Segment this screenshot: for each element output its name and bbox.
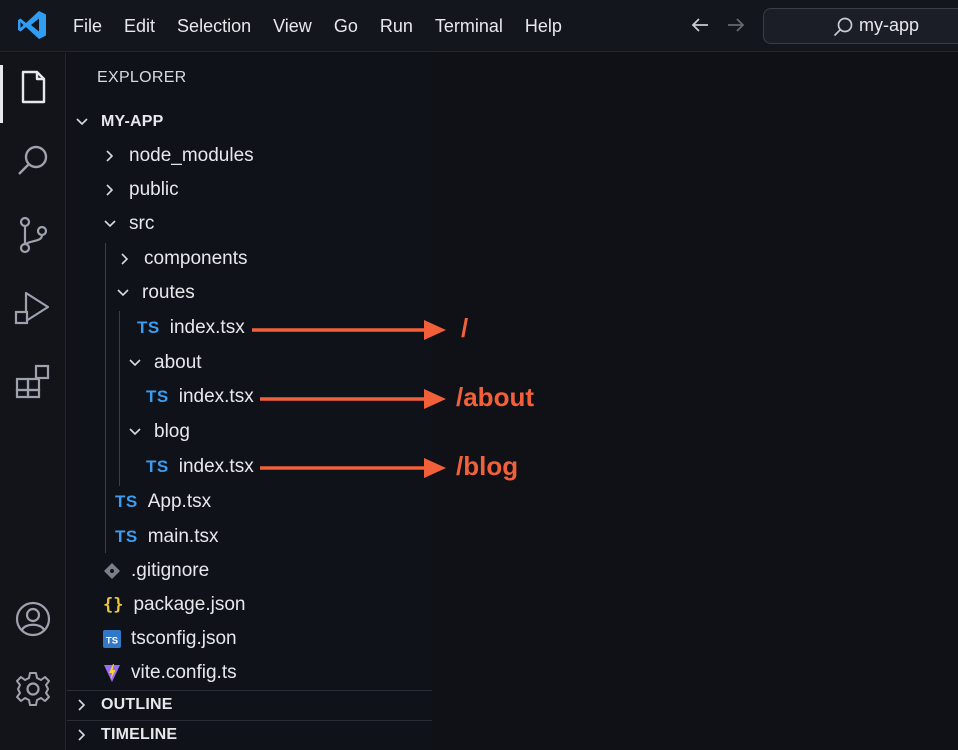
- folder-label: src: [129, 213, 155, 234]
- file-about-index[interactable]: TS index.tsx: [146, 382, 254, 412]
- forward-arrow-icon[interactable]: [724, 13, 748, 37]
- typescript-file-icon: TS: [115, 492, 138, 511]
- file-blog-index[interactable]: TS index.tsx: [146, 452, 254, 482]
- file-label: index.tsx: [169, 317, 245, 338]
- menu-terminal[interactable]: Terminal: [424, 0, 514, 52]
- route-label-about: /about: [456, 382, 534, 412]
- menu-bar: File Edit Selection View Go Run Terminal…: [62, 0, 573, 52]
- chevron-down-icon: [129, 428, 141, 436]
- outline-title: OUTLINE: [101, 696, 173, 713]
- folder-label: components: [144, 248, 248, 269]
- file-app-tsx[interactable]: TS App.tsx: [115, 487, 211, 517]
- run-debug-icon[interactable]: [11, 285, 55, 329]
- file-label: index.tsx: [178, 386, 254, 407]
- explorer-title: EXPLORER: [97, 69, 187, 86]
- folder-components[interactable]: components: [118, 244, 248, 274]
- account-icon[interactable]: [11, 597, 55, 641]
- menu-edit[interactable]: Edit: [113, 0, 166, 52]
- activity-bar: [0, 53, 66, 750]
- menu-go[interactable]: Go: [323, 0, 369, 52]
- project-root-row[interactable]: MY-APP: [75, 107, 164, 137]
- file-tsconfig-json[interactable]: TS tsconfig.json: [103, 624, 237, 654]
- typescript-file-icon: TS: [146, 387, 169, 406]
- git-file-icon: [103, 562, 121, 580]
- chevron-down-icon: [129, 359, 141, 367]
- menu-help[interactable]: Help: [514, 0, 573, 52]
- route-label-root: /: [461, 313, 469, 343]
- chevron-down-icon: [104, 220, 116, 228]
- folder-label: about: [154, 352, 202, 373]
- active-view-indicator: [0, 65, 3, 123]
- settings-gear-icon[interactable]: [11, 667, 55, 711]
- annotation-arrow-about: [260, 389, 446, 409]
- route-label-blog: /blog: [456, 451, 519, 481]
- search-label: my-app: [859, 15, 920, 35]
- file-label: App.tsx: [147, 491, 212, 512]
- vite-file-icon: [103, 663, 121, 683]
- chevron-right-icon: [121, 253, 129, 265]
- chevron-down-icon: [76, 118, 88, 126]
- typescript-file-icon: TS: [115, 527, 138, 546]
- annotation-arrow-root: [252, 320, 446, 340]
- folder-src[interactable]: src: [103, 209, 154, 239]
- menu-view[interactable]: View: [262, 0, 323, 52]
- file-label: tsconfig.json: [131, 628, 237, 649]
- project-name: MY-APP: [101, 113, 164, 130]
- typescript-file-icon: TS: [137, 318, 160, 337]
- timeline-section-header[interactable]: TIMELINE: [75, 720, 177, 750]
- chevron-right-icon: [78, 699, 86, 711]
- extensions-icon[interactable]: [11, 359, 55, 403]
- menu-run[interactable]: Run: [369, 0, 424, 52]
- json-file-icon: {}: [103, 595, 124, 615]
- folder-label: public: [129, 179, 179, 200]
- folder-label: routes: [142, 282, 195, 303]
- indent-guide: [119, 311, 120, 486]
- chevron-right-icon: [78, 729, 86, 741]
- explorer-icon[interactable]: [11, 65, 55, 109]
- annotation-arrow-blog: [260, 458, 446, 478]
- folder-routes[interactable]: routes: [116, 278, 195, 308]
- tsconfig-file-icon: TS: [103, 630, 121, 648]
- menu-selection[interactable]: Selection: [166, 0, 262, 52]
- folder-public[interactable]: public: [103, 175, 179, 205]
- file-gitignore[interactable]: .gitignore: [103, 556, 209, 586]
- chevron-right-icon: [106, 184, 114, 196]
- folder-label: node_modules: [129, 145, 254, 166]
- svg-text:TS: TS: [106, 636, 118, 647]
- timeline-title: TIMELINE: [101, 726, 178, 743]
- file-label: vite.config.ts: [131, 662, 237, 683]
- chevron-down-icon: [117, 289, 129, 297]
- file-label: package.json: [133, 594, 246, 615]
- file-label: main.tsx: [147, 526, 219, 547]
- command-center-search[interactable]: my-app: [763, 8, 958, 44]
- menu-file[interactable]: File: [62, 0, 113, 52]
- source-control-icon[interactable]: [11, 213, 55, 257]
- file-package-json[interactable]: {} package.json: [103, 590, 245, 620]
- search-icon: [833, 17, 853, 37]
- folder-blog[interactable]: blog: [128, 417, 190, 447]
- file-label: .gitignore: [131, 560, 210, 581]
- folder-label: blog: [154, 421, 190, 442]
- vscode-logo-icon: [18, 11, 46, 39]
- folder-about[interactable]: about: [128, 348, 202, 378]
- indent-guide: [105, 243, 106, 553]
- file-label: index.tsx: [178, 456, 254, 477]
- outline-section-header[interactable]: OUTLINE: [75, 690, 173, 720]
- file-main-tsx[interactable]: TS main.tsx: [115, 522, 218, 552]
- title-bar: File Edit Selection View Go Run Terminal…: [0, 0, 958, 52]
- file-vite-config[interactable]: vite.config.ts: [103, 658, 237, 688]
- back-arrow-icon[interactable]: [688, 13, 712, 37]
- chevron-right-icon: [106, 150, 114, 162]
- search-icon[interactable]: [11, 139, 55, 183]
- typescript-file-icon: TS: [146, 457, 169, 476]
- folder-node-modules[interactable]: node_modules: [103, 141, 254, 171]
- file-routes-index[interactable]: TS index.tsx: [137, 313, 245, 343]
